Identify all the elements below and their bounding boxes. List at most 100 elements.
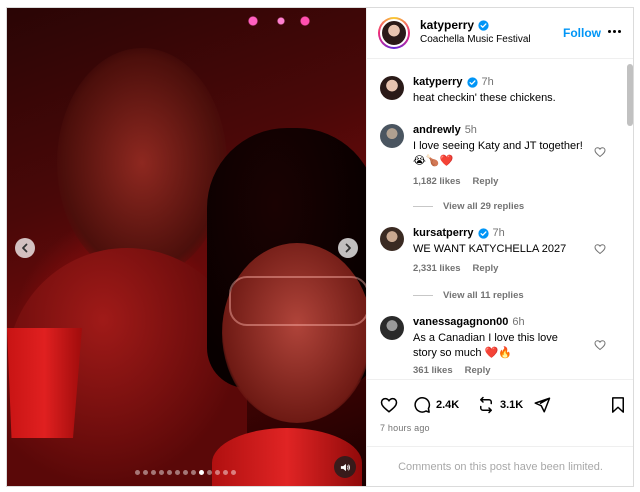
verified-badge-icon [477,227,489,239]
carousel-dots [135,470,236,475]
comment-username-label[interactable]: kursatperry [413,227,474,239]
carousel-dot [151,470,156,475]
comment-username-label[interactable]: andrewly [413,124,461,136]
comment-bubble-icon [414,397,431,413]
comment-likes[interactable]: 2,331 likes [413,263,461,274]
more-options-button[interactable] [604,24,624,38]
replies-divider [413,206,433,207]
post-time-ago[interactable]: 7 hours ago [380,423,430,433]
reply-button[interactable]: Reply [473,263,499,274]
view-replies-label: View all 29 replies [443,201,525,212]
carousel-dot [207,470,212,475]
carousel-dot [167,470,172,475]
chevron-left-icon [22,243,28,253]
comments-scrollbar[interactable] [625,60,633,378]
comments-list[interactable]: katyperry 7h heat checkin' these chicken… [367,60,625,378]
verified-badge-icon [478,19,489,31]
commenter-avatar[interactable] [380,124,404,148]
comment-item: kursatperry 7h WE WANT KATYCHELLA 2027 2… [367,223,625,303]
post-caption: katyperry 7h heat checkin' these chicken… [367,70,625,110]
comment-meta: 1,182 likes Reply [413,176,498,187]
photo-cup-left [7,328,82,438]
comment-meta: 2,331 likes Reply [413,263,498,274]
save-button[interactable] [609,396,627,414]
repost-icon [480,396,492,414]
post-modal: katyperry Coachella Music Festival Follo… [6,7,634,487]
carousel-dot [231,470,236,475]
view-replies-label: View all 11 replies [443,290,524,301]
comment-username-label[interactable]: vanessagagnon00 [413,316,508,328]
view-replies-button[interactable]: View all 29 replies [413,201,524,212]
author-username-label[interactable]: katyperry [420,18,474,32]
carousel-dot [215,470,220,475]
comment-likes[interactable]: 1,182 likes [413,176,461,187]
repost-button[interactable]: 3.1K [477,396,523,414]
caption-avatar[interactable] [380,76,404,100]
more-dot-icon [607,29,611,33]
carousel-dot [199,470,204,475]
heart-icon [380,397,398,413]
chevron-right-icon [345,243,351,253]
comment-username: kursatperry 7h [413,227,505,239]
like-comment-heart-icon[interactable] [594,339,606,351]
share-button[interactable] [533,396,551,414]
replies-divider [413,295,433,296]
like-button[interactable] [380,396,398,414]
previous-media-button[interactable] [15,238,35,258]
commenter-avatar[interactable] [380,316,404,340]
like-comment-heart-icon[interactable] [594,146,606,158]
festival-lights [237,14,317,28]
more-dot-icon [612,29,616,33]
reply-button[interactable]: Reply [473,176,499,187]
post-header: katyperry Coachella Music Festival Follo… [367,8,633,59]
post-side-panel: katyperry Coachella Music Festival Follo… [366,8,633,486]
caption-username: katyperry 7h [413,76,494,88]
scrollbar-thumb[interactable] [627,64,633,126]
comment-time: 5h [464,124,477,136]
comment-likes[interactable]: 361 likes [413,365,453,376]
comment-username: vanessagagnon00 6h [413,316,525,328]
caption-time: 7h [481,76,494,88]
post-location[interactable]: Coachella Music Festival [420,34,531,45]
photo-face-right [222,243,366,423]
author-username[interactable]: katyperry [420,18,489,32]
comment-time: 7h [492,227,505,239]
post-actions: 2.4K 3.1K 7 hours ago [367,379,633,439]
next-media-button[interactable] [338,238,358,258]
comment-time: 6h [512,316,525,328]
follow-button[interactable]: Follow [563,26,601,40]
photo-glasses [229,276,366,326]
comment-text: I love seeing Katy and JT together! 😭🍗❤️ [413,140,583,167]
comment-meta: 361 likes Reply [413,365,491,376]
audio-toggle-button[interactable] [334,456,356,478]
photo-person-left [57,48,227,278]
carousel-dot [183,470,188,475]
view-replies-button[interactable]: View all 11 replies [413,290,524,301]
carousel-dot [135,470,140,475]
caption-username-label[interactable]: katyperry [413,76,463,88]
like-comment-heart-icon[interactable] [594,243,606,255]
commenter-avatar[interactable] [380,227,404,251]
more-dot-icon [617,29,621,33]
comment-item: andrewly 5h I love seeing Katy and JT to… [367,120,625,212]
repost-count: 3.1K [500,399,524,411]
comment-username: andrewly 5h [413,124,477,136]
carousel-dot [175,470,180,475]
comments-limited-notice: Comments on this post have been limited. [367,446,633,486]
send-icon [534,397,551,413]
comment-item: vanessagagnon00 6h As a Canadian I love … [367,312,625,378]
comment-button[interactable]: 2.4K [413,396,459,414]
verified-badge-icon [466,76,478,88]
author-avatar[interactable] [378,17,410,49]
comment-text: As a Canadian I love this love story so … [413,332,558,359]
carousel-dot [159,470,164,475]
speaker-icon [340,463,350,471]
post-media[interactable] [7,8,366,486]
bookmark-icon [612,397,624,413]
caption-text: heat checkin' these chickens. [413,92,556,104]
comment-text: WE WANT KATYCHELLA 2027 [413,243,567,255]
carousel-dot [191,470,196,475]
carousel-dot [143,470,148,475]
reply-button[interactable]: Reply [465,365,491,376]
carousel-dot [223,470,228,475]
